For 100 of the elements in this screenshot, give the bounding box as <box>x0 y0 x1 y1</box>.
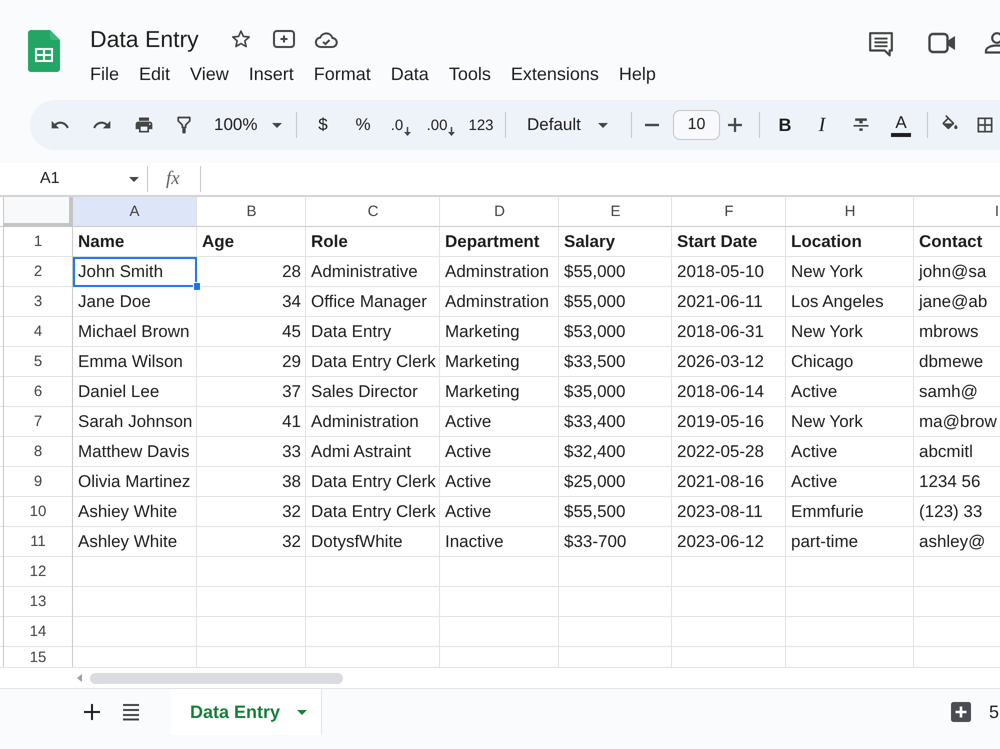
plus-icon[interactable] <box>83 703 101 721</box>
row-number[interactable]: 2 <box>3 257 73 286</box>
name-box[interactable]: A1 <box>30 165 147 193</box>
row-number[interactable]: 15 <box>3 647 73 667</box>
table-cell-text: Active <box>790 470 838 492</box>
table-cell-text: Jane Doe <box>77 290 152 312</box>
menu-item[interactable]: Extensions <box>510 62 599 86</box>
row-number[interactable]: 11 <box>3 527 73 556</box>
decrease-decimal-button[interactable]: .0 <box>388 111 414 139</box>
menu-icon[interactable] <box>123 703 139 721</box>
table-cell-text: Daniel Lee <box>77 380 160 402</box>
font-dropdown[interactable]: Default <box>513 110 620 140</box>
column-header[interactable]: C <box>306 197 440 226</box>
table-cell-text: 2022-05-28 <box>676 440 765 462</box>
caret-icon <box>129 176 139 182</box>
column-header[interactable]: F <box>672 197 786 226</box>
table-cell-text: $32,400 <box>563 440 626 462</box>
row-number[interactable]: 9 <box>3 467 73 496</box>
column-header[interactable]: A <box>73 197 196 226</box>
row-number[interactable]: 3 <box>3 287 73 316</box>
star-icon[interactable] <box>230 29 251 49</box>
table-cell-text: New York <box>790 260 864 282</box>
row-number[interactable]: 12 <box>3 557 73 586</box>
fill-handle[interactable] <box>193 282 201 291</box>
table-cell-text: 38 <box>281 470 302 492</box>
row-number[interactable]: 7 <box>3 407 73 436</box>
menu-item[interactable]: View <box>190 62 229 86</box>
table-cell-text: Data Entry Clerk <box>310 500 437 522</box>
table-cell-text: $33,500 <box>563 350 626 372</box>
currency-button[interactable]: $ <box>312 111 334 139</box>
grid-icon[interactable] <box>975 115 995 135</box>
font-size-field[interactable]: 10 <box>673 110 720 140</box>
table-cell-text: DotysfWhite <box>310 530 404 552</box>
row-number[interactable]: 14 <box>3 617 73 646</box>
table-cell-text: Marketing <box>444 320 521 342</box>
table-cell-text: Data Entry Clerk <box>310 350 437 372</box>
row-number[interactable]: 10 <box>3 497 73 526</box>
menu-item[interactable]: Format <box>314 62 371 86</box>
zoom-dropdown[interactable]: 100% <box>206 110 290 140</box>
table-cell-text: Sarah Johnson <box>77 410 194 432</box>
percent-button[interactable]: % <box>349 111 377 139</box>
scrollbar-thumb[interactable] <box>90 672 343 684</box>
table-cell-text: Matthew Davis <box>77 440 190 462</box>
table-cell-text: 45 <box>281 320 302 342</box>
plus-square-icon[interactable] <box>950 702 971 722</box>
row-number[interactable]: 1 <box>3 227 73 256</box>
table-cell-text: New York <box>790 320 864 342</box>
menu-item[interactable]: Tools <box>448 62 491 86</box>
table-cell-text: part-time <box>790 530 860 552</box>
row-number[interactable]: 6 <box>3 377 73 406</box>
table-cell-text: Marketing <box>444 380 521 402</box>
table-cell-text: $33,400 <box>563 410 626 432</box>
table-cell-text: Ashley White <box>77 530 178 552</box>
menu-item[interactable]: File <box>90 62 120 86</box>
table-cell-text: Salary <box>563 230 616 252</box>
bold-button[interactable]: B <box>772 111 798 139</box>
menu-item[interactable]: Data <box>390 62 429 86</box>
menu-item[interactable]: Edit <box>139 62 170 86</box>
video-camera-icon[interactable] <box>928 31 956 55</box>
table-cell-text: Marketing <box>444 350 521 372</box>
text-color-button[interactable]: A <box>885 111 917 139</box>
menu-item[interactable]: Insert <box>248 62 294 86</box>
document-title[interactable]: Data Entry <box>90 26 199 52</box>
row-number[interactable]: 5 <box>3 347 73 376</box>
caret-icon <box>598 122 608 128</box>
italic-button[interactable]: I <box>812 111 832 139</box>
table-cell-text: 2018-06-14 <box>676 380 765 402</box>
person-icon[interactable] <box>984 31 1000 55</box>
print-icon[interactable] <box>134 115 154 135</box>
plus-box-icon[interactable] <box>272 29 295 49</box>
table-cell-text: Admi Astraint <box>310 440 412 462</box>
table-cell-text: Location <box>790 230 863 252</box>
comment-icon[interactable] <box>868 31 894 57</box>
table-cell-text: Adminstration <box>444 260 550 282</box>
table-cell-text: Ashiey White <box>77 500 178 522</box>
plus-icon[interactable] <box>727 117 743 133</box>
column-header[interactable]: B <box>197 197 306 226</box>
column-header[interactable]: H <box>786 197 914 226</box>
table-cell: John Smith <box>73 257 197 287</box>
row-number[interactable]: 8 <box>3 437 73 466</box>
menu-item[interactable]: Help <box>618 62 656 86</box>
column-header[interactable]: D <box>440 197 559 226</box>
row-number[interactable]: 4 <box>3 317 73 346</box>
table-cell-text: jane@ab <box>918 290 988 312</box>
left-arrow-icon[interactable] <box>77 674 82 682</box>
table-cell-text: ashley@ <box>918 530 986 552</box>
table-cell-text: 33 <box>281 440 302 462</box>
status-text: 5 <box>988 702 999 722</box>
number-format-button[interactable]: 123 <box>462 111 500 139</box>
table-cell-text: 2021-08-16 <box>676 470 765 492</box>
column-header[interactable]: E <box>559 197 672 226</box>
table-cell-text: Active <box>444 470 492 492</box>
increase-decimal-button[interactable]: .00 <box>424 111 458 139</box>
table-cell-text: Inactive <box>444 530 505 552</box>
table-cell-text: 34 <box>281 290 302 312</box>
sheet-tab[interactable]: Data Entry <box>171 689 322 735</box>
table-cell-text: Active <box>444 410 492 432</box>
column-header[interactable]: I <box>914 197 1000 226</box>
row-number[interactable]: 13 <box>3 587 73 616</box>
spreadsheet-logo-icon[interactable] <box>28 30 60 72</box>
